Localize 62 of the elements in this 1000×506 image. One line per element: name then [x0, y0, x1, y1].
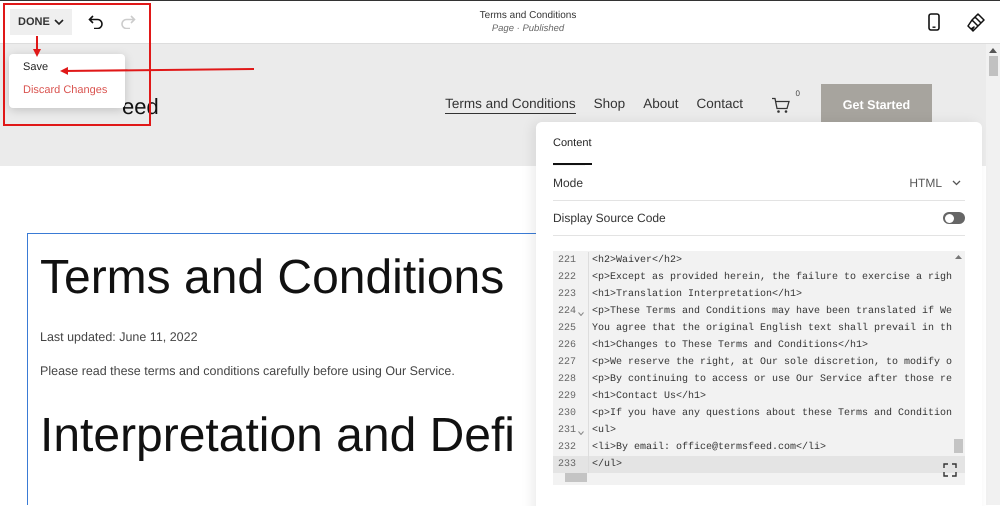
scroll-up-icon[interactable] — [989, 48, 997, 53]
last-updated-text: Last updated: June 11, 2022 — [40, 330, 199, 344]
line-number: 227 — [558, 357, 576, 368]
line-number: 228 — [558, 374, 576, 385]
nav-link[interactable]: Terms and Conditions — [445, 96, 576, 114]
fullscreen-icon[interactable] — [943, 463, 957, 477]
line-number: 232 — [558, 442, 576, 453]
panel-tab[interactable]: Content — [553, 122, 592, 165]
line-number: 226 — [558, 340, 576, 351]
undo-icon[interactable] — [88, 15, 104, 29]
scroll-thumb[interactable] — [988, 56, 998, 76]
line-number: 231 — [558, 425, 576, 436]
line-number: 224 — [558, 306, 576, 317]
line-number: 223 — [558, 289, 576, 300]
code-line: <p>We reserve the right, at Our sole discretion, to modify o — [591, 357, 952, 368]
code-line: <p>By continuing to access or use Our Service after those re — [591, 374, 952, 385]
scroll-up-icon[interactable] — [954, 255, 962, 259]
code-line: <h1>Changes to These Terms and Conditions</h1> — [591, 340, 868, 351]
scroll-thumb[interactable] — [565, 473, 587, 482]
code-line: </ul> — [591, 459, 622, 470]
mode-value[interactable]: HTML — [909, 176, 942, 190]
cart-icon[interactable] — [771, 96, 791, 114]
mode-label: Mode — [553, 176, 584, 190]
code-line: <p>Except as provided herein, the failure to exercise a righ — [591, 272, 952, 283]
line-number: 230 — [558, 408, 576, 419]
code-line: <h1>Contact Us</h1> — [591, 391, 706, 402]
menu-item[interactable]: Save — [23, 61, 125, 73]
page-heading: Terms and Conditions — [40, 250, 506, 306]
page-scrollbar[interactable] — [986, 44, 1000, 505]
code-line: <p>If you have any questions about these Terms and Condition — [591, 408, 952, 419]
code-line: <ul> — [591, 425, 616, 436]
menu-item[interactable]: Discard Changes — [23, 84, 125, 96]
code-line: <h1>Translation Interpretation</h1> — [591, 289, 802, 300]
chevron-down-icon[interactable] — [952, 180, 961, 186]
nav-link[interactable]: Shop — [594, 96, 626, 114]
line-number: 229 — [558, 391, 576, 402]
nav-link[interactable]: About — [643, 96, 678, 114]
fold-icon[interactable] — [578, 430, 584, 434]
fold-icon[interactable] — [578, 312, 584, 316]
line-number: 221 — [558, 255, 576, 266]
intro-paragraph: Please read these terms and conditions carefully before using Our Service. — [40, 364, 456, 378]
page-title: Terms and Conditions — [480, 10, 576, 21]
scroll-thumb[interactable] — [954, 439, 962, 453]
code-line: <li>By email: office@termsfeed.com</li> — [591, 442, 826, 453]
annotation-arrow — [33, 36, 41, 57]
section-heading: Interpretation and Defi — [40, 408, 516, 464]
chevron-down-icon — [54, 18, 64, 26]
code-line: You agree that the original English text shall prevail in th — [591, 323, 952, 334]
code-line: <h2>Waiver</h2> — [591, 255, 682, 266]
page-status: Page · Published — [492, 23, 564, 34]
code-editor[interactable] — [553, 251, 965, 485]
source-code-label: Display Source Code — [553, 211, 666, 225]
toggle-switch[interactable] — [943, 212, 965, 224]
paintbrush-icon[interactable] — [966, 12, 986, 32]
nav-link[interactable]: Contact — [696, 96, 743, 114]
cart-count: 0 — [796, 88, 800, 98]
code-line: <p>These Terms and Conditions may have been translated if We — [591, 306, 952, 317]
line-number: 225 — [558, 323, 576, 334]
line-number: 233 — [558, 459, 576, 470]
phone-icon[interactable] — [928, 13, 940, 31]
line-number: 222 — [558, 272, 576, 283]
done-button[interactable]: DONE — [10, 9, 72, 35]
